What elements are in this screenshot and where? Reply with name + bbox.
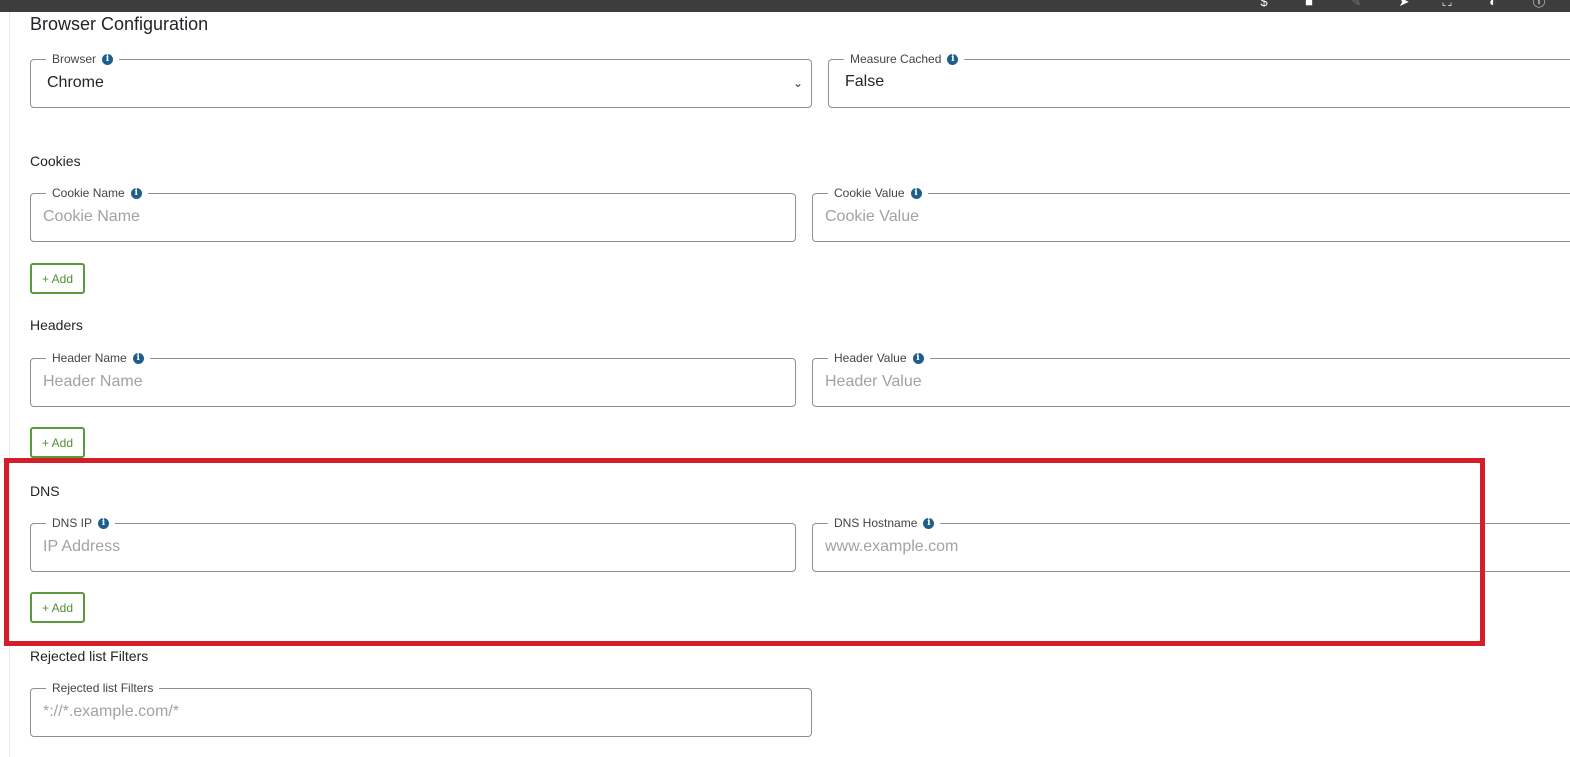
cookie-value-field: Cookie Value i bbox=[812, 186, 1570, 242]
add-header-button[interactable]: + Add bbox=[30, 427, 85, 458]
rejected-filters-field: Rejected list Filters bbox=[30, 681, 812, 737]
header-name-label: Header Name i bbox=[46, 351, 150, 365]
measure-cached-field[interactable]: Measure Cached i False bbox=[828, 52, 1570, 108]
dns-hostname-field: DNS Hostname i bbox=[812, 516, 1570, 572]
help-icon[interactable]: ⓘ bbox=[1531, 0, 1547, 8]
dns-ip-field: DNS IP i bbox=[30, 516, 796, 572]
header-name-field: Header Name i bbox=[30, 351, 796, 407]
comment-icon[interactable]: ■ bbox=[1301, 0, 1317, 8]
rejected-section-title: Rejected list Filters bbox=[30, 648, 149, 664]
info-icon[interactable]: i bbox=[910, 187, 922, 199]
dns-section-title: DNS bbox=[30, 483, 60, 499]
browser-select-display[interactable]: Chrome ⌄ bbox=[43, 67, 803, 99]
add-cookie-button[interactable]: + Add bbox=[30, 263, 85, 294]
headers-section-title: Headers bbox=[30, 317, 83, 333]
header-name-input[interactable] bbox=[43, 366, 783, 398]
header-value-field: Header Value i bbox=[812, 351, 1570, 407]
rejected-filters-label: Rejected list Filters bbox=[52, 681, 154, 695]
info-icon[interactable]: i bbox=[132, 352, 144, 364]
info-icon[interactable]: i bbox=[102, 53, 114, 65]
header-value-label: Header Value i bbox=[828, 351, 930, 365]
rejected-filters-input[interactable] bbox=[43, 696, 799, 728]
contrast-icon[interactable]: ◐ bbox=[1485, 0, 1501, 8]
dns-ip-label: DNS IP i bbox=[46, 516, 115, 530]
header-value-input[interactable] bbox=[825, 366, 1570, 398]
measure-cached-label: Measure Cached i bbox=[844, 52, 964, 66]
info-icon[interactable]: i bbox=[912, 352, 924, 364]
info-icon[interactable]: i bbox=[923, 517, 935, 529]
browser-label: Browser i bbox=[46, 52, 119, 66]
cookie-name-label: Cookie Name i bbox=[46, 186, 148, 200]
dns-ip-input[interactable] bbox=[43, 531, 783, 563]
cookie-value-input[interactable] bbox=[825, 201, 1570, 233]
info-icon[interactable]: i bbox=[130, 187, 142, 199]
browser-select[interactable]: Browser i Chrome ⌄ bbox=[30, 52, 812, 108]
measure-cached-value[interactable]: False bbox=[841, 66, 1570, 98]
cookie-name-field: Cookie Name i bbox=[30, 186, 796, 242]
dollar-icon[interactable]: $ bbox=[1256, 0, 1272, 8]
cookies-section-title: Cookies bbox=[30, 153, 81, 169]
info-icon[interactable]: i bbox=[947, 53, 959, 65]
info-icon[interactable]: i bbox=[98, 517, 110, 529]
cookie-value-label: Cookie Value i bbox=[828, 186, 928, 200]
cookie-name-input[interactable] bbox=[43, 201, 783, 233]
page-title: Browser Configuration bbox=[30, 14, 209, 34]
top-toolbar: $ ■ ✎ ➤ ⛶ ◐ ⓘ bbox=[0, 0, 1570, 12]
bolt-icon[interactable]: ➤ bbox=[1396, 0, 1412, 8]
dns-hostname-input[interactable] bbox=[825, 531, 1570, 563]
browser-select-value: Chrome bbox=[47, 74, 104, 91]
left-divider bbox=[9, 12, 10, 757]
fullscreen-icon[interactable]: ⛶ bbox=[1439, 0, 1455, 8]
add-dns-button[interactable]: + Add bbox=[30, 592, 85, 623]
chevron-down-icon: ⌄ bbox=[792, 76, 803, 90]
pen-icon[interactable]: ✎ bbox=[1348, 0, 1364, 8]
dns-hostname-label: DNS Hostname i bbox=[828, 516, 940, 530]
